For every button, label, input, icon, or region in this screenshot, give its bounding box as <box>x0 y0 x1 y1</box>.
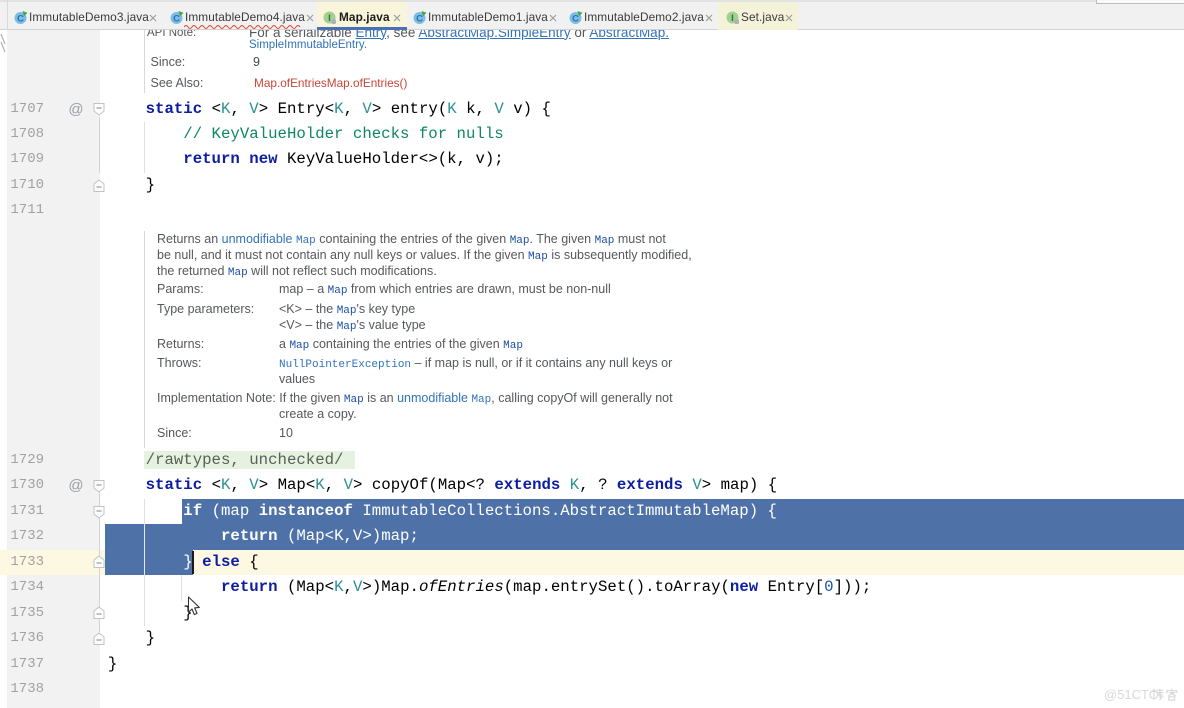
svg-text:I: I <box>328 13 331 24</box>
svg-text:C: C <box>17 13 24 24</box>
svg-text:C: C <box>173 13 180 24</box>
svg-text:I: I <box>731 13 734 24</box>
svg-text:C: C <box>572 13 579 24</box>
svg-text:C: C <box>416 13 423 24</box>
